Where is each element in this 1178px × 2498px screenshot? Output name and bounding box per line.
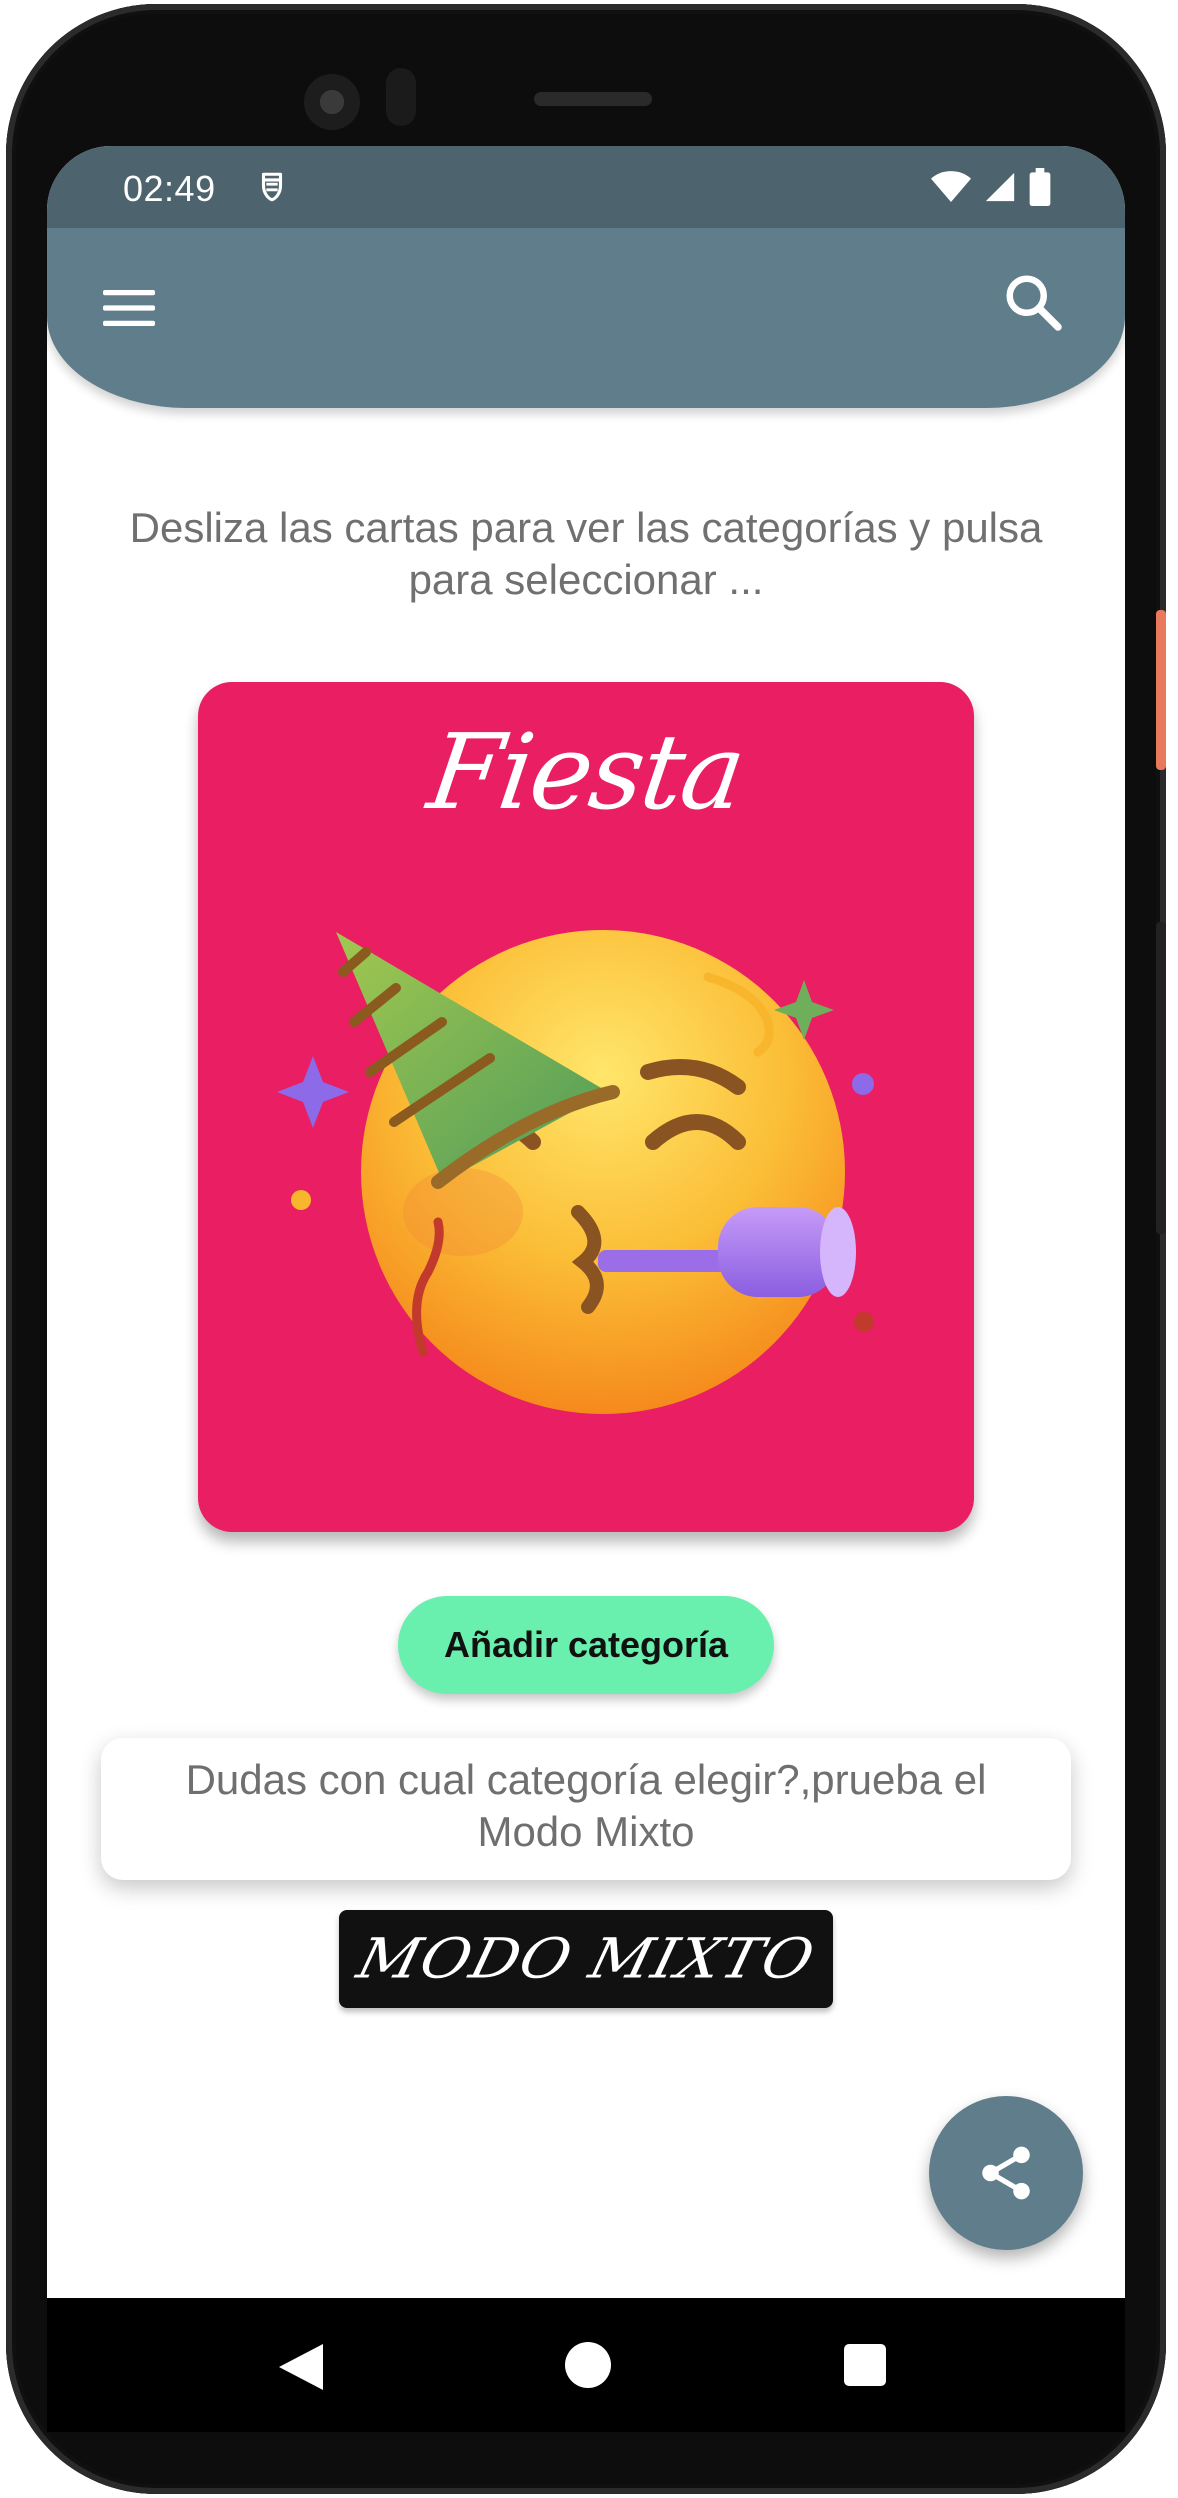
add-category-button[interactable]: Añadir categoría [398, 1596, 774, 1694]
partying-face-emoji [277, 930, 874, 1414]
menu-button[interactable] [91, 270, 167, 346]
app-notification-icon [261, 172, 283, 202]
recents-icon[interactable] [844, 2344, 886, 2386]
share-button[interactable] [929, 2096, 1083, 2250]
mixed-mode-label: MODO MIXTO [350, 1926, 822, 1992]
volume-rocker [1156, 922, 1166, 1234]
wifi-icon [931, 171, 971, 202]
menu-icon [103, 290, 155, 326]
instruction-text: Desliza las cartas para ver las categorí… [129, 504, 1043, 603]
search-button[interactable] [993, 262, 1073, 342]
app-bar [47, 228, 1125, 408]
front-camera [304, 74, 360, 130]
power-button [1156, 610, 1166, 770]
app-screen: 02:49 Desliza las cartas para ver las ca… [47, 146, 1125, 2298]
search-icon [1006, 275, 1062, 331]
mixed-mode-button[interactable]: MODO MIXTO [339, 1910, 833, 2008]
earpiece-speaker [534, 92, 652, 106]
status-time: 02:49 [123, 168, 216, 209]
hint-text: Dudas con cual categoría elegir?,prueba … [185, 1756, 987, 1855]
hint-card: Dudas con cual categoría elegir?,prueba … [101, 1738, 1071, 1880]
back-icon[interactable] [279, 2344, 323, 2390]
proximity-sensor [386, 68, 416, 126]
signal-icon [985, 172, 1015, 202]
category-card[interactable]: Fiesta [198, 682, 974, 1532]
navigation-bar [47, 2298, 1125, 2432]
share-icon [982, 2146, 1030, 2200]
status-icons [931, 168, 1051, 206]
home-icon[interactable] [565, 2342, 611, 2388]
battery-icon [1029, 168, 1051, 206]
status-bar: 02:49 [47, 146, 1125, 228]
